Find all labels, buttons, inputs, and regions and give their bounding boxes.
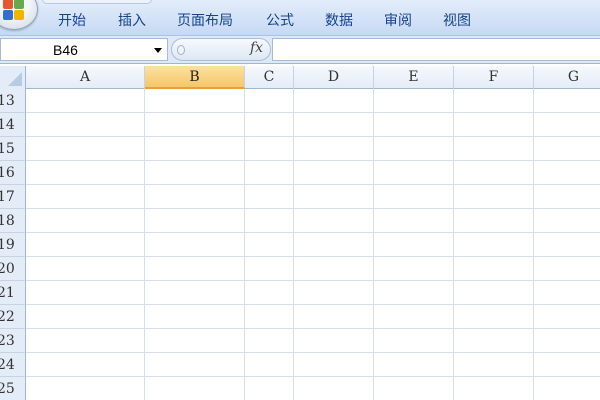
- ribbon: 开始 插入 页面布局 公式 数据 审阅 视图: [0, 0, 600, 36]
- row-header-13[interactable]: 13: [0, 89, 26, 113]
- row-gridline: [26, 328, 600, 329]
- name-box[interactable]: B46: [0, 38, 168, 61]
- row-number: 19: [0, 237, 15, 253]
- insert-function-icon[interactable]: fx: [250, 40, 263, 56]
- tab-view[interactable]: 视图: [443, 10, 471, 30]
- tab-home[interactable]: 开始: [58, 10, 86, 30]
- row-gridline: [26, 160, 600, 161]
- select-all-icon: [8, 72, 22, 86]
- tab-insert[interactable]: 插入: [118, 10, 146, 30]
- row-header-23[interactable]: 23: [0, 329, 26, 353]
- row-number: 20: [0, 261, 15, 277]
- row-header-22[interactable]: 22: [0, 305, 26, 329]
- row-gridline: [26, 184, 600, 185]
- row-gridline: [26, 280, 600, 281]
- tab-review[interactable]: 审阅: [384, 10, 412, 30]
- row-number: 15: [0, 141, 15, 157]
- row-gridline: [26, 256, 600, 257]
- name-box-value: B46: [53, 42, 78, 58]
- row-number: 21: [0, 285, 15, 301]
- column-header-c[interactable]: C: [245, 66, 294, 89]
- row-number: 17: [0, 189, 15, 205]
- row-number: 16: [0, 165, 15, 181]
- row-gridline: [26, 352, 600, 353]
- row-number: 18: [0, 213, 15, 229]
- row-number: 14: [0, 117, 15, 133]
- row-header-24[interactable]: 24: [0, 353, 26, 377]
- column-header-a[interactable]: A: [26, 66, 145, 89]
- row-gridline: [26, 232, 600, 233]
- cell-grid[interactable]: [26, 89, 600, 400]
- column-header-f[interactable]: F: [454, 66, 534, 89]
- office-logo-icon: [3, 0, 25, 21]
- row-header-17[interactable]: 17: [0, 185, 26, 209]
- row-gridline: [26, 304, 600, 305]
- tab-data[interactable]: 数据: [325, 10, 353, 30]
- row-header-21[interactable]: 21: [0, 281, 26, 305]
- row-number: 25: [0, 381, 15, 397]
- tab-page-layout[interactable]: 页面布局: [177, 10, 233, 30]
- row-header-16[interactable]: 16: [0, 161, 26, 185]
- row-gridline: [26, 208, 600, 209]
- formula-bar: B46 fx: [0, 36, 600, 64]
- chevron-down-icon[interactable]: [154, 48, 162, 53]
- column-header-row: A B C D E F G: [0, 66, 600, 89]
- row-header-25[interactable]: 25: [0, 377, 26, 400]
- resize-grip-icon[interactable]: [177, 45, 185, 55]
- column-header-e[interactable]: E: [374, 66, 454, 89]
- office-button[interactable]: [0, 0, 38, 30]
- row-number: 22: [0, 309, 15, 325]
- quick-access-toolbar[interactable]: [42, 0, 152, 4]
- column-header-g[interactable]: G: [534, 66, 600, 89]
- row-gridline: [26, 112, 600, 113]
- tab-formulas[interactable]: 公式: [266, 10, 294, 30]
- row-number: 13: [0, 93, 15, 109]
- column-header-b[interactable]: B: [145, 66, 245, 89]
- select-all-button[interactable]: [0, 66, 26, 89]
- row-header-18[interactable]: 18: [0, 209, 26, 233]
- row-header-19[interactable]: 19: [0, 233, 26, 257]
- row-number: 23: [0, 333, 15, 349]
- row-number: 24: [0, 357, 15, 373]
- formula-input[interactable]: [272, 38, 600, 61]
- column-header-d[interactable]: D: [294, 66, 374, 89]
- row-gridline: [26, 376, 600, 377]
- row-header-15[interactable]: 15: [0, 137, 26, 161]
- row-gridline: [26, 136, 600, 137]
- row-header-14[interactable]: 14: [0, 113, 26, 137]
- row-header-20[interactable]: 20: [0, 257, 26, 281]
- formula-controls: fx: [171, 38, 271, 61]
